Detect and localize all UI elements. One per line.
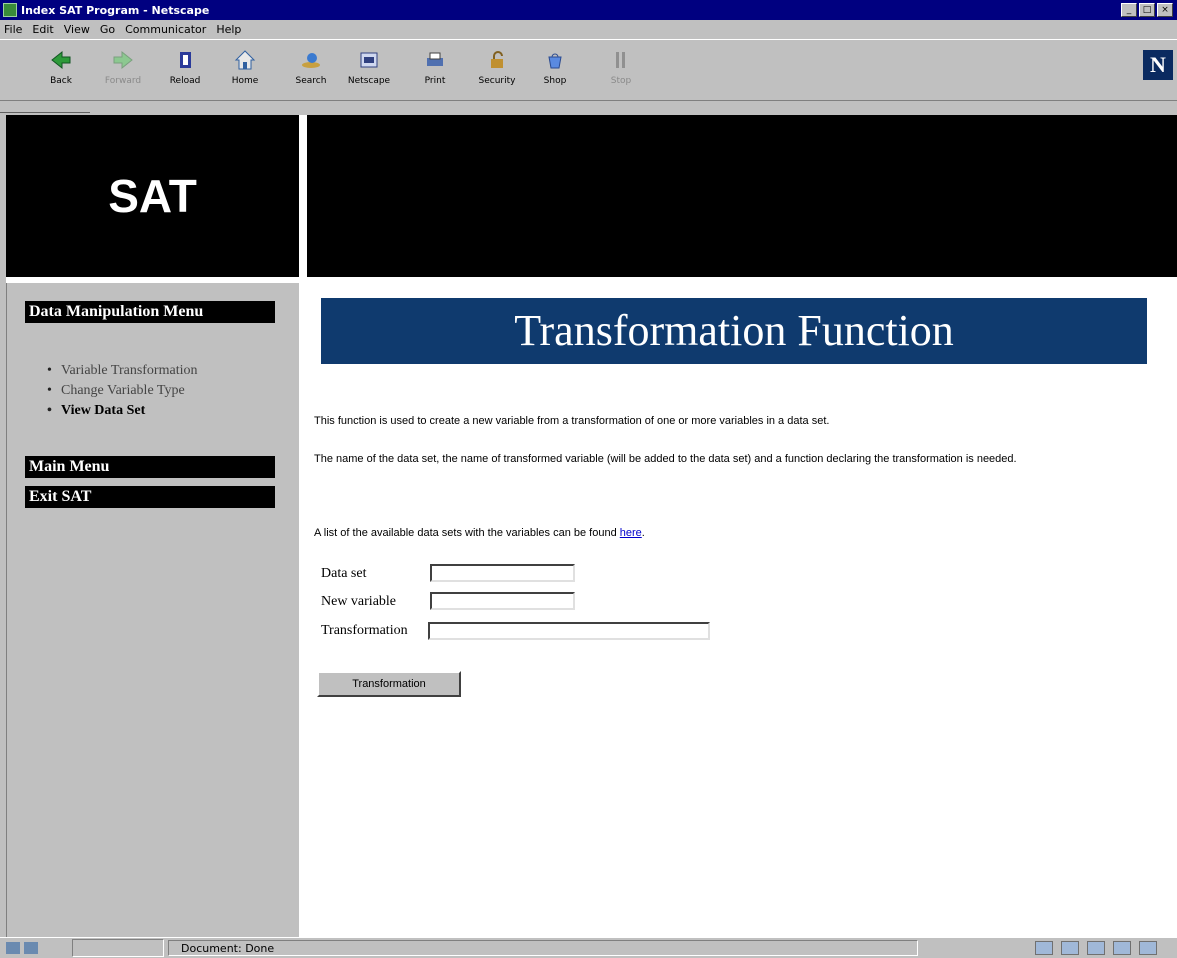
netscape-button[interactable]: Netscape (346, 48, 392, 96)
frame-divider-vertical[interactable] (299, 115, 307, 937)
home-icon (233, 48, 257, 72)
sidebar-item-change-variable-type[interactable]: Change Variable Type (47, 381, 197, 401)
window-title-bar: Index SAT Program - Netscape _ □ × (0, 0, 1177, 20)
back-arrow-icon (49, 48, 73, 72)
new-variable-input[interactable] (430, 592, 575, 610)
main-menu-link[interactable]: Main Menu (25, 456, 275, 478)
print-icon (423, 48, 447, 72)
mail-icon[interactable] (1061, 941, 1079, 955)
transformation-input[interactable] (428, 622, 710, 640)
netscape-app-icon (3, 3, 17, 17)
maximize-button[interactable]: □ (1139, 3, 1155, 17)
toolbar-collapse-tab[interactable] (0, 102, 90, 113)
edit-icon[interactable] (1139, 941, 1157, 955)
component-bar (1035, 941, 1157, 955)
composer-icon[interactable] (1113, 941, 1131, 955)
discussions-icon[interactable] (1087, 941, 1105, 955)
dataset-input[interactable] (430, 564, 575, 582)
menu-help[interactable]: Help (216, 23, 241, 36)
forward-button[interactable]: Forward (100, 48, 146, 96)
security-status-icon[interactable] (6, 942, 20, 954)
menu-bar: File Edit View Go Communicator Help (0, 21, 1177, 38)
status-bar: Document: Done (0, 937, 1177, 958)
data-manipulation-list: Variable Transformation Change Variable … (47, 361, 197, 421)
menu-communicator[interactable]: Communicator (125, 23, 206, 36)
page-title: Transformation Function (321, 298, 1147, 364)
description-paragraph-2: The name of the data set, the name of tr… (314, 453, 1017, 465)
sat-logo: SAT (108, 170, 197, 222)
menu-go[interactable]: Go (100, 23, 115, 36)
reload-button[interactable]: Reload (162, 48, 208, 96)
search-icon (299, 48, 323, 72)
status-connection-icons (6, 940, 66, 956)
navigator-icon[interactable] (1035, 941, 1053, 955)
main-content: Transformation Function This function is… (307, 283, 1177, 937)
shop-icon (543, 48, 567, 72)
netscape-icon (357, 48, 381, 72)
sidebar-nav: Data Manipulation Menu Variable Transfor… (6, 283, 299, 937)
menu-file[interactable]: File (4, 23, 22, 36)
menu-edit[interactable]: Edit (32, 23, 53, 36)
description-paragraph-1: This function is used to create a new va… (314, 415, 830, 427)
back-button[interactable]: Back (38, 48, 84, 96)
security-lock-icon (485, 48, 509, 72)
dataset-label: Data set (321, 566, 367, 581)
here-link[interactable]: here (620, 527, 642, 539)
transformation-label: Transformation (321, 623, 408, 638)
navigation-toolbar: Back Forward Reload Home Search Netscape (0, 39, 1177, 101)
data-manipulation-menu-heading: Data Manipulation Menu (25, 301, 275, 323)
search-button[interactable]: Search (288, 48, 334, 96)
sidebar-item-view-data-set[interactable]: View Data Set (47, 401, 197, 421)
progress-bar (72, 939, 164, 957)
online-status-icon[interactable] (24, 942, 38, 954)
home-button[interactable]: Home (222, 48, 268, 96)
minimize-button[interactable]: _ (1121, 3, 1137, 17)
reload-icon (173, 48, 197, 72)
security-button[interactable]: Security (474, 48, 520, 96)
window-controls: _ □ × (1121, 3, 1173, 17)
description-paragraph-3: A list of the available data sets with t… (314, 527, 645, 539)
shop-button[interactable]: Shop (532, 48, 578, 96)
header-banner-frame (307, 115, 1177, 277)
forward-arrow-icon (111, 48, 135, 72)
transformation-submit-button[interactable]: Transformation (317, 671, 461, 697)
print-button[interactable]: Print (412, 48, 458, 96)
window-title: Index SAT Program - Netscape (21, 3, 210, 17)
menu-view[interactable]: View (64, 23, 90, 36)
exit-sat-link[interactable]: Exit SAT (25, 486, 275, 508)
stop-button[interactable]: Stop (598, 48, 644, 96)
status-text: Document: Done (168, 940, 918, 956)
sat-logo-frame: SAT (6, 115, 299, 277)
netscape-logo: N (1143, 50, 1173, 80)
new-variable-label: New variable (321, 594, 397, 609)
close-button[interactable]: × (1157, 3, 1173, 17)
sidebar-item-variable-transformation[interactable]: Variable Transformation (47, 361, 197, 381)
stop-icon (609, 48, 633, 72)
